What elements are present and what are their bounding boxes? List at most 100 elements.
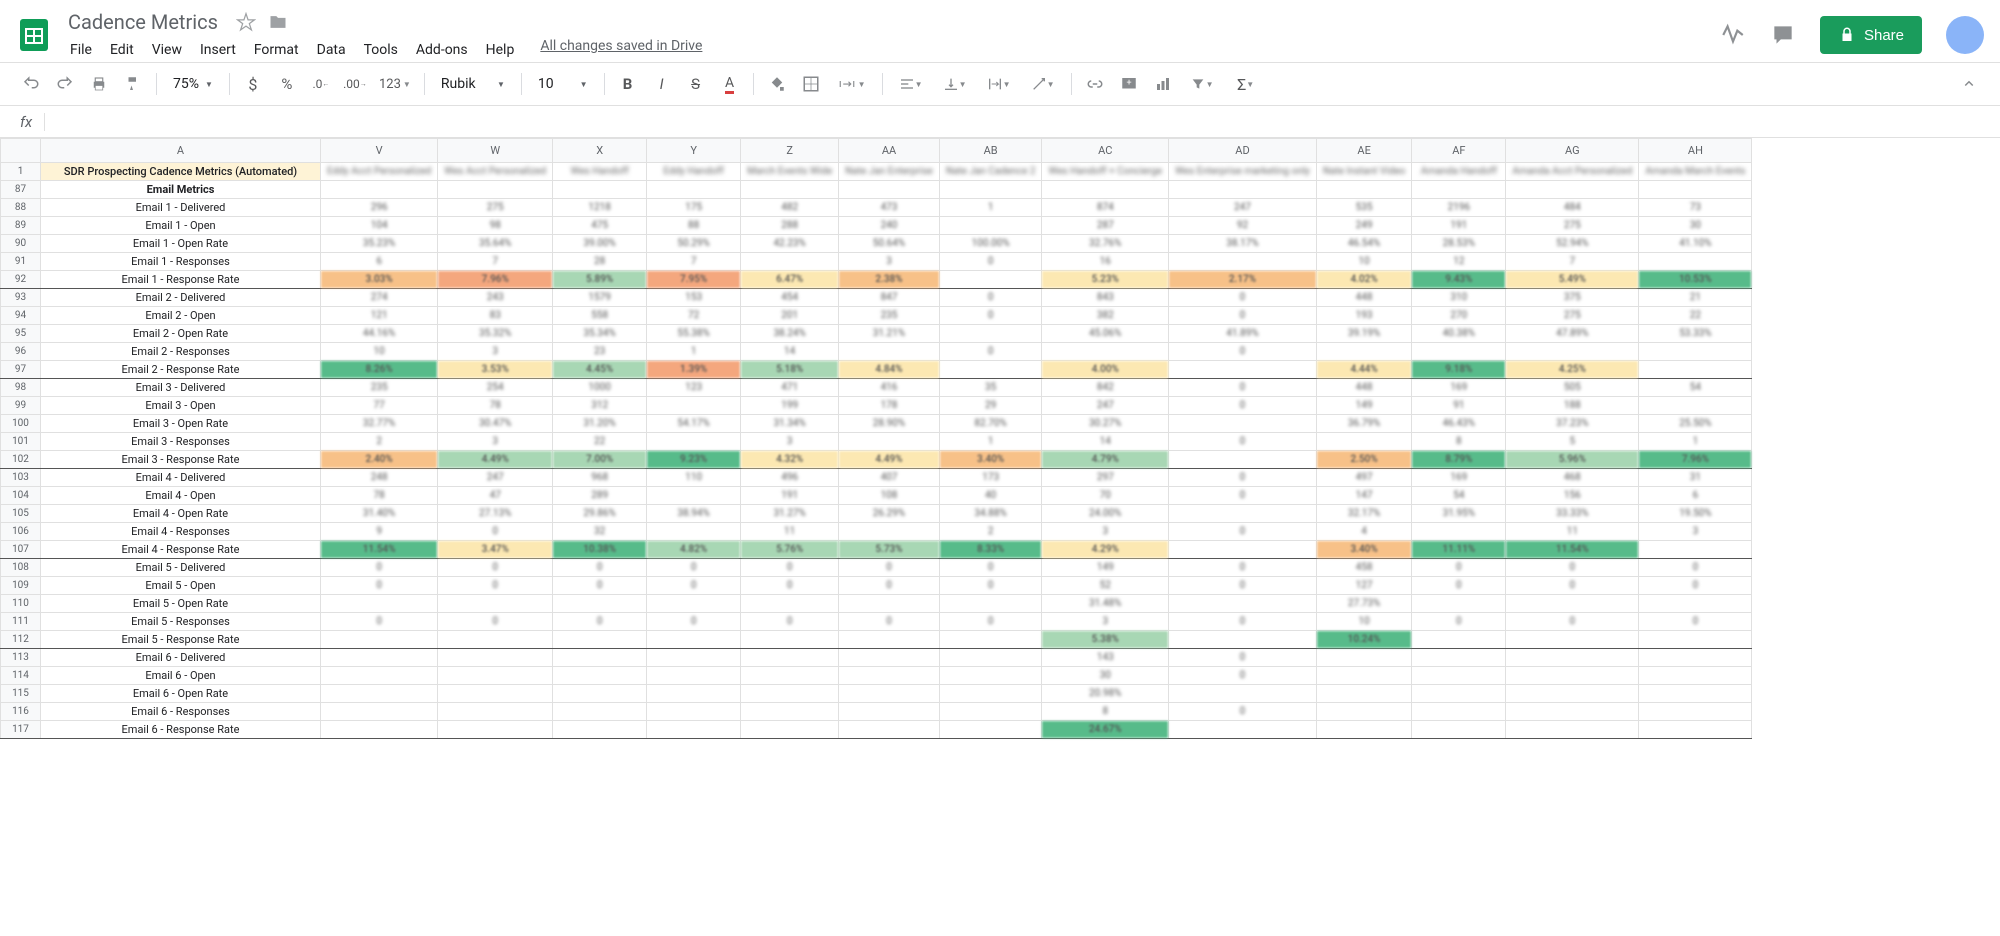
cell[interactable]: 22	[553, 433, 647, 451]
cell[interactable]	[1169, 253, 1317, 271]
cell[interactable]: 54	[1412, 487, 1506, 505]
row-header[interactable]: 109	[1, 577, 41, 595]
col-header-Y[interactable]: Y	[647, 139, 741, 163]
cell[interactable]	[1506, 685, 1639, 703]
cell[interactable]: 10.24%	[1316, 631, 1411, 649]
cell[interactable]: 0	[438, 523, 553, 541]
cell[interactable]: 35.32%	[438, 325, 553, 343]
cell[interactable]: 28.90%	[839, 415, 940, 433]
cell[interactable]	[741, 181, 839, 199]
cell[interactable]: 0	[1412, 559, 1506, 577]
cell[interactable]: 23	[553, 343, 647, 361]
cell[interactable]: 29.86%	[553, 505, 647, 523]
row-label[interactable]: Email 2 - Response Rate	[41, 361, 321, 379]
row-label[interactable]: Email 5 - Response Rate	[41, 631, 321, 649]
cell[interactable]: 235	[839, 307, 940, 325]
cell[interactable]: 3	[438, 433, 553, 451]
row-header[interactable]: 107	[1, 541, 41, 559]
cell[interactable]: 0	[1169, 523, 1317, 541]
cell[interactable]: 31.34%	[741, 415, 839, 433]
cell[interactable]	[1412, 667, 1506, 685]
cell[interactable]	[741, 649, 839, 667]
row-label[interactable]: Email 6 - Response Rate	[41, 721, 321, 739]
menu-help[interactable]: Help	[478, 38, 523, 62]
cell[interactable]: 55.38%	[647, 325, 741, 343]
cell[interactable]: 247	[438, 469, 553, 487]
cell[interactable]: 14	[741, 343, 839, 361]
cell[interactable]: 8.33%	[939, 541, 1042, 559]
cell[interactable]: 484	[1506, 199, 1639, 217]
cell[interactable]: 32.77%	[321, 415, 438, 433]
row-header[interactable]: 110	[1, 595, 41, 613]
cell[interactable]: 38.94%	[647, 505, 741, 523]
cell[interactable]: 2196	[1412, 199, 1506, 217]
cell[interactable]: 31.40%	[321, 505, 438, 523]
cell[interactable]: 9.18%	[1412, 361, 1506, 379]
cell[interactable]	[741, 721, 839, 739]
cell[interactable]	[438, 181, 553, 199]
comment-button[interactable]: +	[1114, 69, 1144, 99]
column-title[interactable]: Wes Enterprise marketing only	[1169, 163, 1317, 181]
cell[interactable]: 0	[438, 613, 553, 631]
menu-edit[interactable]: Edit	[102, 38, 142, 62]
cell[interactable]	[839, 433, 940, 451]
cell[interactable]: 1218	[553, 199, 647, 217]
cell[interactable]: 42.23%	[741, 235, 839, 253]
cell[interactable]	[1639, 649, 1752, 667]
cell[interactable]: 98	[438, 217, 553, 235]
row-header[interactable]: 96	[1, 343, 41, 361]
cell[interactable]: 5.49%	[1506, 271, 1639, 289]
row-header[interactable]: 95	[1, 325, 41, 343]
cell[interactable]: 147	[1316, 487, 1411, 505]
merge-button[interactable]: ▼	[830, 69, 874, 99]
cell[interactable]: 25.50%	[1639, 415, 1752, 433]
row-label[interactable]: Email 3 - Open	[41, 397, 321, 415]
cell[interactable]: 3.53%	[438, 361, 553, 379]
cell[interactable]	[1316, 721, 1411, 739]
cell[interactable]: 8.26%	[321, 361, 438, 379]
cell[interactable]: 54.17%	[647, 415, 741, 433]
cell[interactable]	[553, 181, 647, 199]
cell[interactable]	[438, 631, 553, 649]
cell[interactable]	[1639, 667, 1752, 685]
row-header[interactable]: 89	[1, 217, 41, 235]
cell[interactable]: 32	[553, 523, 647, 541]
cell[interactable]: 0	[741, 613, 839, 631]
cell[interactable]	[939, 217, 1042, 235]
cell[interactable]: 38.17%	[1169, 235, 1317, 253]
cell[interactable]	[1639, 253, 1752, 271]
row-label[interactable]: Email 4 - Delivered	[41, 469, 321, 487]
row-header[interactable]: 108	[1, 559, 41, 577]
cell[interactable]	[939, 721, 1042, 739]
cell[interactable]: 31.21%	[839, 325, 940, 343]
cell[interactable]: 54	[1639, 379, 1752, 397]
cell[interactable]: 0	[1169, 667, 1317, 685]
cell[interactable]: 0	[1506, 559, 1639, 577]
column-title[interactable]: Nate Jan Enterprise	[839, 163, 940, 181]
cell[interactable]: 35	[939, 379, 1042, 397]
cell[interactable]: 40.38%	[1412, 325, 1506, 343]
cell[interactable]	[741, 595, 839, 613]
cell[interactable]: 4.25%	[1506, 361, 1639, 379]
cell[interactable]: 193	[1316, 307, 1411, 325]
cell[interactable]: 30.27%	[1042, 415, 1169, 433]
cell[interactable]: 6	[321, 253, 438, 271]
cell[interactable]: 35.34%	[553, 325, 647, 343]
cell[interactable]: 2.50%	[1316, 451, 1411, 469]
cell[interactable]: 0	[1639, 613, 1752, 631]
cell[interactable]	[1639, 721, 1752, 739]
cell[interactable]: 169	[1412, 469, 1506, 487]
title-cell[interactable]: SDR Prospecting Cadence Metrics (Automat…	[41, 163, 321, 181]
cell[interactable]: 5.96%	[1506, 451, 1639, 469]
column-title[interactable]: Amanda Handoff	[1412, 163, 1506, 181]
cell[interactable]	[939, 631, 1042, 649]
cell[interactable]: 1	[939, 433, 1042, 451]
cell[interactable]: 47	[438, 487, 553, 505]
cell[interactable]: 5.89%	[553, 271, 647, 289]
cell[interactable]: 275	[1506, 217, 1639, 235]
cell[interactable]: 0	[321, 577, 438, 595]
decimal-decrease-button[interactable]: .0←	[306, 69, 336, 99]
cell[interactable]: 153	[647, 289, 741, 307]
cell[interactable]: 78	[438, 397, 553, 415]
cell[interactable]: 0	[839, 559, 940, 577]
